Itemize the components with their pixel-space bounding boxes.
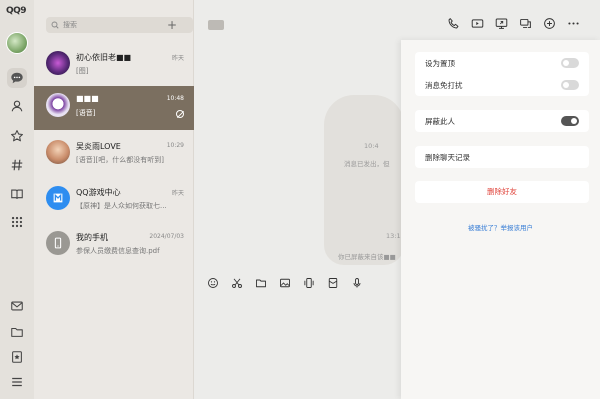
input-toolbar — [206, 276, 364, 290]
clear-history-button[interactable]: 删除聊天记录 — [415, 146, 589, 168]
message-time: 昨天 — [171, 55, 184, 62]
avatar — [46, 186, 70, 210]
video-call-icon[interactable] — [470, 16, 484, 30]
hashtag-icon[interactable] — [7, 155, 27, 175]
list-item[interactable]: 吴炎雨LOVE 10:29 [语音][吧，什么都没有听到] — [34, 133, 194, 177]
delete-friend-button[interactable]: 删除好友 — [415, 181, 589, 203]
avatar — [46, 140, 70, 164]
app-logo: QQ9 — [6, 6, 27, 16]
contact-name: ■■■ — [76, 94, 99, 103]
contact-name: 初心依旧老■■ — [76, 53, 132, 62]
chat-header-actions — [446, 16, 580, 30]
emoji-icon[interactable] — [206, 276, 220, 290]
delete-friend-label: 删除好友 — [487, 187, 517, 196]
message-time: 2024/07/03 — [149, 233, 184, 240]
message-preview: [图] — [76, 67, 89, 75]
contacts-icon[interactable] — [7, 96, 27, 116]
game-center-icon — [53, 193, 63, 203]
message-time: 昨天 — [171, 190, 184, 197]
contact-name: 我的手机 — [76, 233, 108, 242]
message-time: 10:48 — [166, 95, 184, 102]
contact-name: 吴炎雨LOVE — [76, 142, 121, 151]
chat-title — [208, 20, 224, 30]
chat-settings-panel: 设为置顶 消息免打扰 屏蔽此人 删除聊天记录 删除好友 被骚扰了？举报该用户 — [401, 40, 600, 399]
bookmark-icon[interactable] — [7, 347, 27, 367]
apps-grid-icon[interactable] — [7, 212, 27, 232]
search-icon — [51, 21, 59, 29]
microphone-icon[interactable] — [350, 276, 364, 290]
clear-history-label: 删除聊天记录 — [425, 152, 470, 162]
report-user-link[interactable]: 被骚扰了？举报该用户 — [401, 222, 600, 232]
pin-row[interactable]: 设为置顶 — [415, 52, 589, 74]
red-packet-icon[interactable] — [326, 276, 340, 290]
add-button[interactable]: + — [164, 17, 180, 33]
settings-card-block: 屏蔽此人 — [415, 110, 589, 132]
pin-label: 设为置顶 — [425, 58, 455, 68]
star-icon[interactable] — [7, 126, 27, 146]
system-time: 10:4 — [364, 142, 379, 150]
list-item[interactable]: 我的手机 2024/07/03 参保人员缴费信息查询.pdf — [34, 224, 194, 268]
my-avatar[interactable] — [6, 32, 28, 54]
contact-name: QQ游戏中心 — [76, 188, 121, 197]
mute-icon — [176, 110, 184, 118]
more-icon[interactable] — [566, 16, 580, 30]
message-preview: [语音] — [76, 109, 96, 117]
block-row[interactable]: 屏蔽此人 — [415, 110, 589, 132]
avatar — [46, 51, 70, 75]
phone-icon[interactable] — [446, 16, 460, 30]
nav-rail: QQ9 — [0, 0, 34, 399]
avatar — [46, 231, 70, 255]
conversation-list: 搜索 + 初心依旧老■■ 昨天 [图] ■■■ 10:48 [语音] 吴炎雨LO… — [34, 0, 194, 399]
message-preview: 参保人员缴费信息查询.pdf — [76, 247, 160, 255]
screen-share-icon[interactable] — [494, 16, 508, 30]
system-message: 你已屏蔽来自该■■ — [338, 253, 396, 261]
message-preview: 【原神】是人众如何获取七... — [76, 202, 167, 210]
folder-icon[interactable] — [254, 276, 268, 290]
block-label: 屏蔽此人 — [425, 116, 455, 126]
mute-row[interactable]: 消息免打扰 — [415, 74, 589, 96]
avatar — [46, 93, 70, 117]
message-time: 10:29 — [166, 142, 184, 149]
image-icon[interactable] — [278, 276, 292, 290]
system-time: 13:1 — [386, 232, 401, 240]
phone-device-icon — [54, 237, 62, 249]
mute-label: 消息免打扰 — [425, 80, 463, 90]
message-preview: [语音][吧，什么都没有听到] — [76, 156, 164, 164]
scissors-icon[interactable] — [230, 276, 244, 290]
chat-icon[interactable] — [7, 68, 27, 88]
book-icon[interactable] — [7, 184, 27, 204]
system-message: 消息已发出，但 — [344, 160, 390, 168]
menu-icon[interactable] — [7, 372, 27, 392]
list-item[interactable]: 初心依旧老■■ 昨天 [图] — [34, 44, 194, 88]
list-item[interactable]: QQ游戏中心 昨天 【原神】是人众如何获取七... — [34, 179, 194, 223]
remote-assist-icon[interactable] — [518, 16, 532, 30]
mute-toggle[interactable] — [561, 80, 579, 90]
pin-toggle[interactable] — [561, 58, 579, 68]
settings-card-top: 设为置顶 消息免打扰 — [415, 52, 589, 96]
list-item[interactable]: ■■■ 10:48 [语音] — [34, 86, 194, 130]
shake-icon[interactable] — [302, 276, 316, 290]
folder-icon[interactable] — [7, 322, 27, 342]
add-member-icon[interactable] — [542, 16, 556, 30]
search-placeholder: 搜索 — [63, 21, 77, 29]
block-toggle[interactable] — [561, 116, 579, 126]
mail-icon[interactable] — [7, 296, 27, 316]
